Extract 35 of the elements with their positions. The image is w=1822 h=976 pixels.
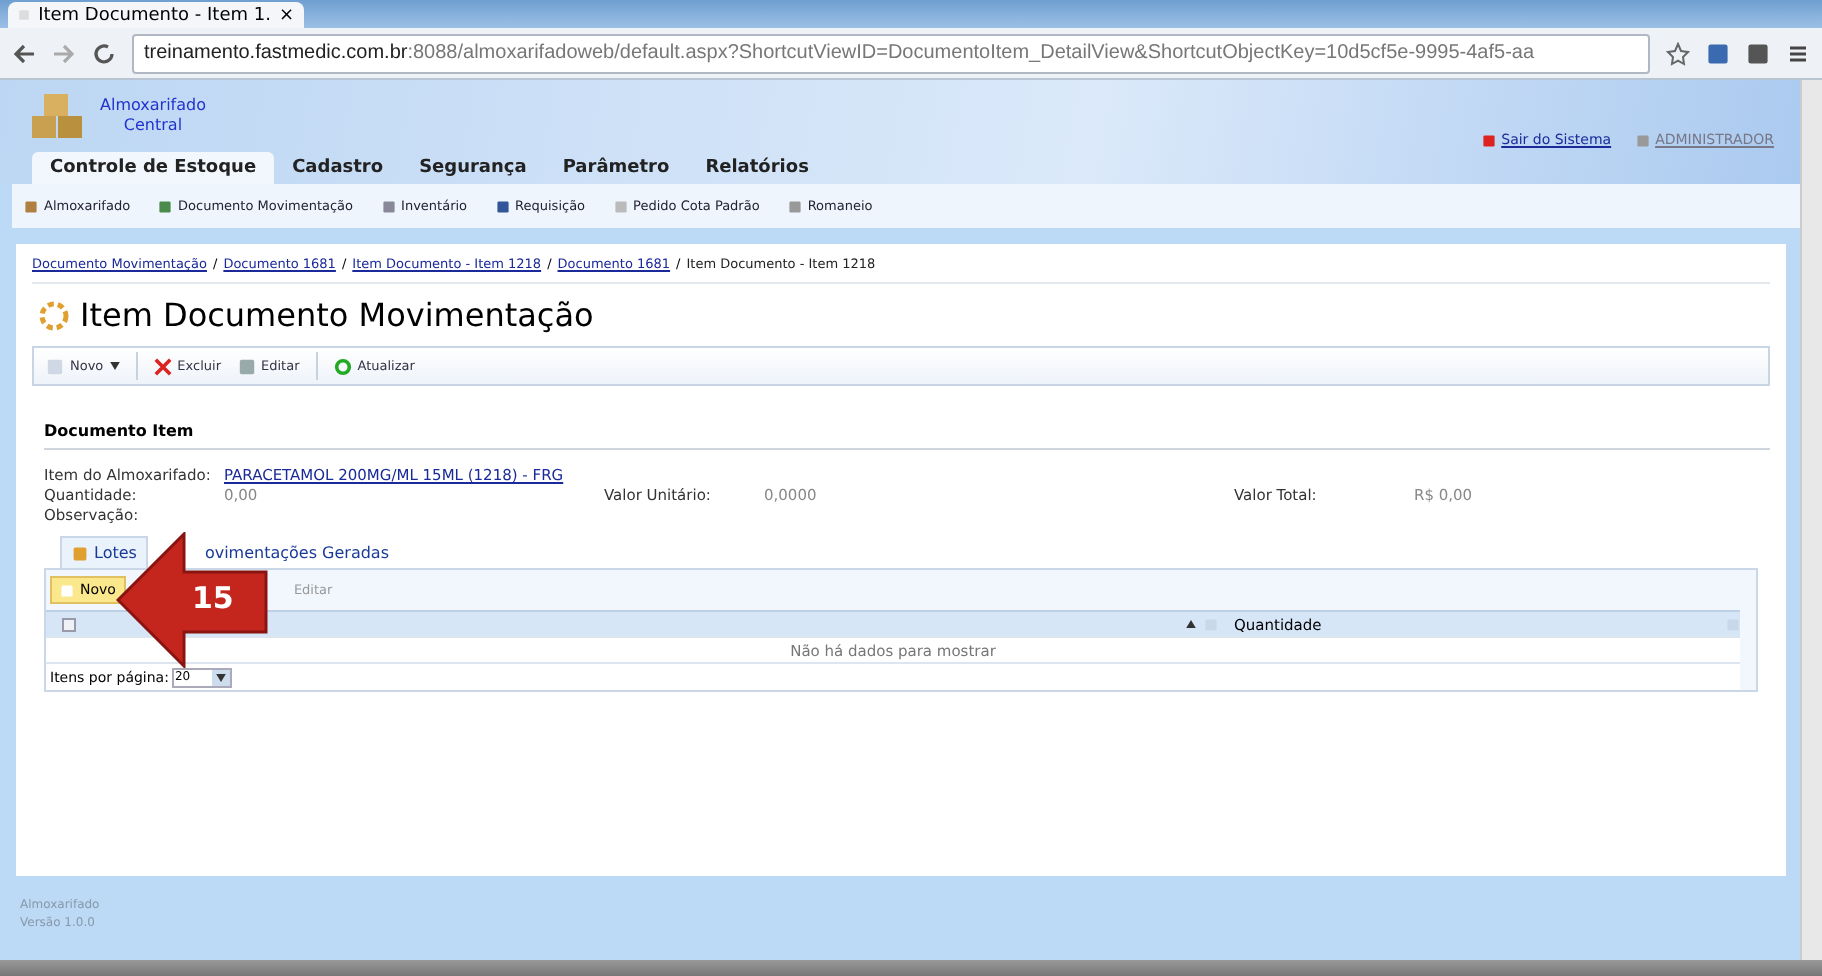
tab-title: Item Documento - Item 1. [38, 5, 271, 25]
menu-tab[interactable]: Controle de Estoque [32, 152, 275, 184]
menu-tab[interactable]: Parâmetro [544, 152, 688, 184]
back-icon[interactable] [12, 41, 36, 65]
section-title: Documento Item [44, 422, 1770, 450]
scrollbar[interactable] [1800, 80, 1822, 960]
page-icon [60, 583, 74, 597]
page-icon [18, 6, 31, 24]
close-icon[interactable]: × [278, 5, 294, 25]
detail-tab[interactable]: ovimentações Geradas [192, 536, 401, 568]
extension-icon [1706, 41, 1730, 65]
app-name: Almoxarifado [100, 96, 206, 116]
caret-icon[interactable] [109, 362, 120, 370]
checkbox[interactable] [61, 617, 75, 631]
sort-icon[interactable] [1186, 620, 1196, 628]
refresh-icon [333, 357, 352, 375]
detail-tab[interactable]: Lotes [60, 536, 149, 568]
close-icon [153, 357, 172, 375]
app-subtitle: Central [121, 116, 185, 136]
callout-number: 15 [192, 580, 234, 616]
dropdown-icon[interactable] [216, 673, 227, 681]
url-field[interactable]: treinamento.fastmedic.com.br:8088/almoxarifadoweb/default.aspx?ShortcutViewID=DocumentoItem_DetailView&ShortcutObjectKey=10d5cf5e-9995-4af5-aa [132, 33, 1650, 73]
extension-icon [1746, 41, 1770, 65]
page-icon [46, 357, 64, 375]
menu-tab[interactable]: Cadastro [274, 152, 402, 184]
page-title: Item Documento Movimentação [80, 296, 594, 334]
reload-icon[interactable] [92, 41, 116, 65]
menu-icon[interactable] [1786, 41, 1810, 65]
star-icon[interactable] [1666, 41, 1690, 65]
boxes-icon [28, 92, 88, 140]
gear-icon [72, 545, 88, 561]
browser-tab[interactable]: Item Documento - Item 1. × [8, 2, 304, 28]
gear-icon [36, 297, 72, 333]
menu-tab[interactable]: Relatórios [687, 152, 827, 184]
menu-tab[interactable]: Segurança [401, 152, 545, 184]
